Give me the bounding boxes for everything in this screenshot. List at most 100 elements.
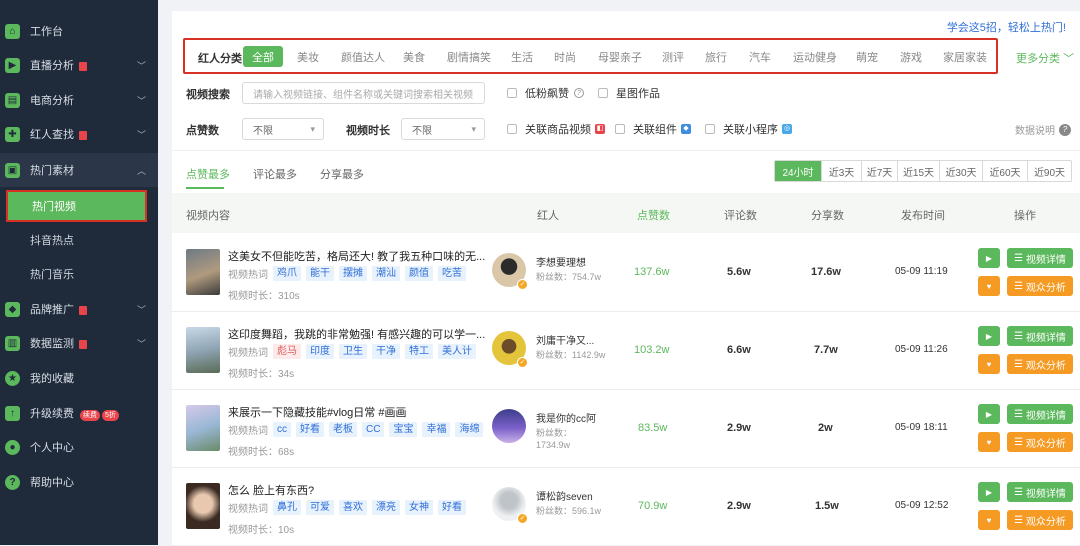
hotword-tag: 潮汕 <box>372 266 400 281</box>
play-button[interactable]: ▶ <box>978 404 1000 424</box>
audience-icon-button[interactable]: ♥ <box>978 276 1000 296</box>
category-item[interactable]: 游戏 <box>900 49 922 65</box>
tab-most-likes[interactable]: 点赞最多 <box>186 166 230 182</box>
category-item[interactable]: 母婴亲子 <box>598 49 642 65</box>
video-title[interactable]: 怎么 脸上有东西? <box>228 482 314 498</box>
category-item[interactable]: 美妆 <box>297 49 319 65</box>
star-works-checkbox[interactable]: 星图作品 <box>598 85 660 101</box>
low-fans-checkbox[interactable]: 低粉飙赞? <box>507 85 584 101</box>
sidebar-item-ecommerce[interactable]: ▤ 电商分析 ﹀ <box>0 83 158 117</box>
audience-icon-button[interactable]: ♥ <box>978 510 1000 530</box>
hotword-tag: 能干 <box>306 266 334 281</box>
audience-icon-button[interactable]: ♥ <box>978 432 1000 452</box>
video-detail-button[interactable]: ☰ 视频详情 <box>1007 248 1073 268</box>
category-item[interactable]: 运动健身 <box>793 49 837 65</box>
chart-icon: ▥ <box>5 335 20 351</box>
category-item[interactable]: 家居家装 <box>943 49 987 65</box>
range-30d[interactable]: 近30天 <box>939 161 982 181</box>
chevron-down-icon: ﹀ <box>136 129 146 140</box>
sidebar-item-live-analysis[interactable]: ▶ 直播分析 ﹀ <box>0 48 158 82</box>
col-comments[interactable]: 评论数 <box>724 207 757 223</box>
kol-name[interactable]: 刘庸干净又... <box>536 332 594 347</box>
hotword-tag: 鼻孔 <box>273 500 301 515</box>
video-title[interactable]: 来展示一下隐藏技能#vlog日常 #画画 <box>228 404 406 420</box>
sidebar-subitem-hot-video[interactable]: 热门视频 <box>6 190 147 222</box>
col-publish-time: 发布时间 <box>901 210 945 222</box>
tab-most-shares[interactable]: 分享最多 <box>320 166 364 182</box>
likes-select[interactable]: 不限 ▾ <box>242 118 324 140</box>
category-item[interactable]: 测评 <box>662 49 684 65</box>
range-3d[interactable]: 近3天 <box>821 161 861 181</box>
play-button[interactable]: ▶ <box>978 482 1000 502</box>
category-item[interactable]: 剧情搞笑 <box>447 49 491 65</box>
category-item[interactable]: 汽车 <box>749 49 771 65</box>
kol-name[interactable]: 李想要理想 <box>536 254 586 269</box>
sidebar-subitem-douyin-hot[interactable]: 抖音热点 <box>0 223 158 257</box>
kol-name[interactable]: 谭松韵seven <box>536 488 593 503</box>
category-item[interactable]: 旅行 <box>705 49 727 65</box>
sidebar-item-kol-search[interactable]: ✚ 红人查找 ﹀ <box>0 117 158 151</box>
play-icon: ▶ <box>985 331 993 341</box>
video-detail-button[interactable]: ☰ 视频详情 <box>1007 326 1073 346</box>
avatar[interactable] <box>492 409 526 443</box>
video-thumbnail[interactable] <box>186 327 220 373</box>
audience-analysis-button[interactable]: ☰ 观众分析 <box>1007 276 1073 296</box>
data-help-link[interactable]: 数据说明? <box>1015 122 1071 137</box>
range-7d[interactable]: 近7天 <box>861 161 897 181</box>
share-count: 17.6w <box>811 266 841 278</box>
comment-count: 6.6w <box>727 344 751 356</box>
learn-tips-link[interactable]: 学会这5招，轻松上热门! <box>947 19 1066 35</box>
video-title[interactable]: 这印度舞蹈，我跳的非常勉强! 有感兴趣的可以学一... <box>228 326 485 342</box>
range-60d[interactable]: 近60天 <box>982 161 1027 181</box>
chevron-down-icon: ﹀ <box>136 304 146 315</box>
play-icon: ▶ <box>985 253 993 263</box>
linked-component-checkbox[interactable]: 关联组件 ◆ <box>615 121 691 137</box>
sidebar-item-workbench[interactable]: ⌂ 工作台 <box>0 14 158 48</box>
caret-down-icon: ▾ <box>310 123 315 134</box>
category-item[interactable]: 美食 <box>403 49 425 65</box>
linked-product-checkbox[interactable]: 关联商品视频 ◧ <box>507 121 605 137</box>
range-90d[interactable]: 近90天 <box>1027 161 1071 181</box>
kol-fans: 粉丝数：1142.9w <box>536 350 606 360</box>
duration-select[interactable]: 不限 ▾ <box>401 118 485 140</box>
audience-analysis-button[interactable]: ☰ 观众分析 <box>1007 354 1073 374</box>
video-search-input[interactable]: 请输入视频链接、组件名称或关键词搜索相关视频 <box>242 82 485 104</box>
audience-icon-button[interactable]: ♥ <box>978 354 1000 374</box>
play-button[interactable]: ▶ <box>978 326 1000 346</box>
heart-icon: ♥ <box>986 281 992 291</box>
component-icon: ◆ <box>681 124 691 134</box>
range-24h[interactable]: 24小时 <box>775 161 821 181</box>
kol-name[interactable]: 我是你的cc阿 <box>536 410 596 425</box>
category-item[interactable]: 时尚 <box>554 49 576 65</box>
sidebar-item-brand-promo[interactable]: ◆ 品牌推广 ﹀ <box>0 292 158 326</box>
range-15d[interactable]: 近15天 <box>897 161 939 181</box>
tab-most-comments[interactable]: 评论最多 <box>253 166 297 182</box>
play-button[interactable]: ▶ <box>978 248 1000 268</box>
search-label: 视频搜索 <box>186 89 230 101</box>
video-thumbnail[interactable] <box>186 249 220 295</box>
audience-analysis-button[interactable]: ☰ 观众分析 <box>1007 432 1073 452</box>
category-item[interactable]: 生活 <box>511 49 533 65</box>
col-likes[interactable]: 点赞数 <box>637 207 670 223</box>
video-thumbnail[interactable] <box>186 405 220 451</box>
video-detail-button[interactable]: ☰ 视频详情 <box>1007 404 1073 424</box>
video-detail-button[interactable]: ☰ 视频详情 <box>1007 482 1073 502</box>
hotword-tag: 好看 <box>438 500 466 515</box>
more-categories-button[interactable]: 更多分类 ﹀ <box>1016 50 1074 66</box>
sidebar-item-help[interactable]: ? 帮助中心 <box>0 465 158 499</box>
sidebar-item-data-monitor[interactable]: ▥ 数据监测 ﹀ <box>0 326 158 360</box>
sidebar-subitem-hot-music[interactable]: 热门音乐 <box>0 257 158 291</box>
col-shares[interactable]: 分享数 <box>811 207 844 223</box>
audience-analysis-button[interactable]: ☰ 观众分析 <box>1007 510 1073 530</box>
category-item[interactable]: 颜值达人 <box>341 49 385 65</box>
sidebar-item-hot-material[interactable]: ▣ 热门素材 ︿ <box>0 153 158 187</box>
sidebar-item-favorites[interactable]: ★ 我的收藏 <box>0 361 158 395</box>
category-item[interactable]: 萌宠 <box>856 49 878 65</box>
hotword-tag: 漂亮 <box>372 500 400 515</box>
video-title[interactable]: 这美女不但能吃苦，格局还大! 教了我五种口味的无... <box>228 248 485 264</box>
category-all[interactable]: 全部 <box>243 46 283 67</box>
sidebar-item-profile[interactable]: ● 个人中心 <box>0 430 158 464</box>
sidebar-item-upgrade[interactable]: ↑ 升级续费 续费 5折 <box>0 396 158 430</box>
video-thumbnail[interactable] <box>186 483 220 529</box>
linked-miniapp-checkbox[interactable]: 关联小程序 ◎ <box>705 121 792 137</box>
